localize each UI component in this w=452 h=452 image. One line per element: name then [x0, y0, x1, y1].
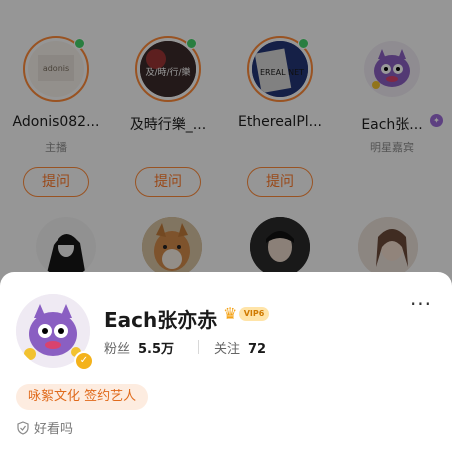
following-count: 72 [248, 342, 267, 357]
following-label: 关注 [214, 342, 241, 357]
fans-stat[interactable]: 粉丝 5.5万 [104, 338, 174, 357]
reputation-text: 好看吗 [34, 422, 74, 437]
stat-divider [198, 340, 199, 354]
fans-count: 5.5万 [138, 342, 175, 357]
following-stat[interactable]: 关注 72 [214, 338, 266, 357]
signed-artist-tag[interactable]: 咏絮文化 签约艺人 [16, 384, 149, 410]
vip-level: VIP6 [239, 307, 269, 321]
reputation-line: 好看吗 [16, 418, 73, 438]
more-options-icon[interactable]: ··· [406, 294, 436, 314]
vip-badge[interactable]: ♛ VIP6 [223, 305, 269, 323]
profile-name: Each张亦赤 [104, 308, 218, 332]
verified-badge-icon: ✓ [74, 351, 94, 371]
fans-label: 粉丝 [104, 342, 131, 357]
shield-icon [16, 420, 30, 439]
profile-sheet: ··· ✓ Each张亦赤 ♛ VIP6 粉丝 5.5万 关注 72 咏絮文化 签约… [0, 272, 452, 452]
